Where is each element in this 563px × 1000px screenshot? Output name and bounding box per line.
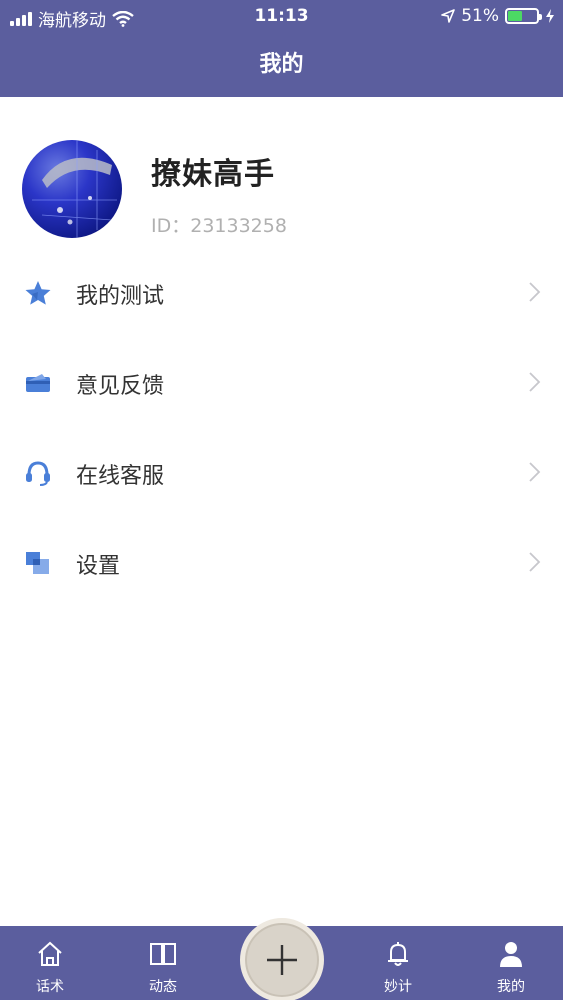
tab-label: 动态 xyxy=(149,979,177,995)
menu-item-settings[interactable]: 设置 xyxy=(0,517,563,607)
settings-menu: 我的测试 意见反馈 在线客服 设置 xyxy=(0,247,563,607)
menu-item-feedback[interactable]: 意见反馈 xyxy=(0,337,563,427)
chevron-right-icon xyxy=(529,552,541,572)
squares-icon xyxy=(26,552,49,574)
menu-item-label: 设置 xyxy=(76,554,121,579)
menu-item-label: 在线客服 xyxy=(76,464,165,489)
user-id: ID：23133258 xyxy=(151,215,287,237)
page-title: 我的 xyxy=(259,52,304,77)
charging-bolt-icon xyxy=(546,9,554,23)
menu-item-online-service[interactable]: 在线客服 xyxy=(0,427,563,517)
top-bar: 海航移动 11:13 51% 我的 xyxy=(0,0,563,97)
tab-label: 妙计 xyxy=(384,979,412,995)
status-bar: 海航移动 11:13 51% xyxy=(0,0,563,34)
tab-wode[interactable]: 我的 xyxy=(461,926,561,1000)
username: 撩妹高手 xyxy=(151,157,275,192)
tab-dongtai[interactable]: 动态 xyxy=(113,926,213,1000)
battery-icon xyxy=(505,8,542,24)
plus-icon xyxy=(267,945,297,975)
headset-icon xyxy=(26,461,50,486)
home-icon xyxy=(38,941,62,966)
bell-icon xyxy=(388,942,408,966)
chevron-right-icon xyxy=(529,372,541,392)
tab-huashu[interactable]: 话术 xyxy=(0,926,100,1000)
add-button[interactable] xyxy=(240,918,324,1000)
book-icon xyxy=(150,943,176,965)
star-icon xyxy=(25,281,51,305)
tab-label: 我的 xyxy=(497,979,525,995)
profile-card[interactable]: 撩妹高手 ID：23133258 xyxy=(0,97,563,247)
chevron-right-icon xyxy=(529,282,541,302)
tab-label: 话术 xyxy=(36,979,64,995)
avatar[interactable] xyxy=(22,140,122,238)
tab-miaoji[interactable]: 妙计 xyxy=(348,926,448,1000)
location-arrow-icon xyxy=(441,9,456,23)
person-icon xyxy=(500,942,522,967)
feedback-card-icon xyxy=(26,374,50,392)
battery-percent: 51% xyxy=(461,6,499,26)
menu-item-my-tests[interactable]: 我的测试 xyxy=(0,247,563,337)
status-right: 51% xyxy=(441,6,555,26)
menu-item-label: 我的测试 xyxy=(76,284,165,309)
chevron-right-icon xyxy=(529,462,541,482)
menu-item-label: 意见反馈 xyxy=(76,374,165,399)
